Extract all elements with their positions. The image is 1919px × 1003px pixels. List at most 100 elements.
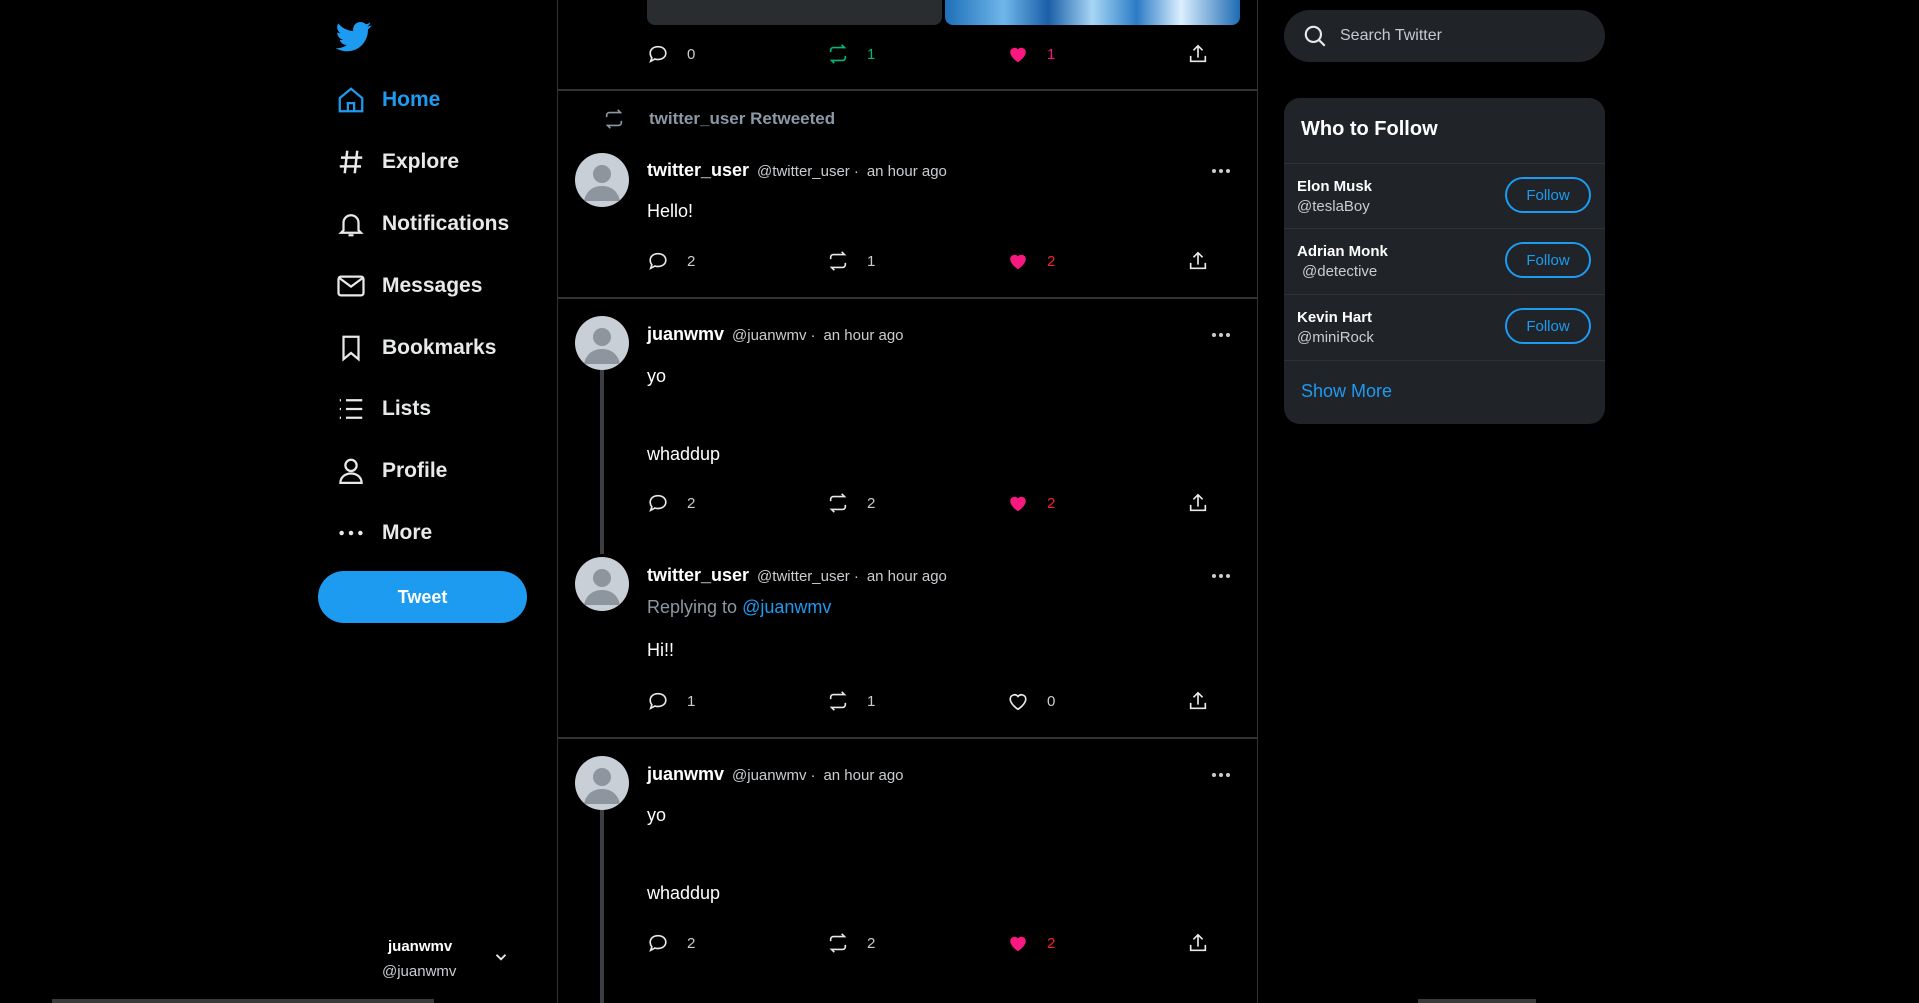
account-switcher[interactable]: juanwmv @juanwmv <box>370 930 515 985</box>
avatar[interactable] <box>575 153 629 207</box>
reply-button[interactable]: 2 <box>647 490 695 516</box>
nav-item-bookmarks[interactable]: Bookmarks <box>334 323 496 373</box>
twitter-logo-icon[interactable] <box>335 18 373 54</box>
search-bar[interactable] <box>1284 10 1605 62</box>
tweet-media-image[interactable] <box>945 0 1240 25</box>
like-button[interactable]: 2 <box>1007 490 1055 516</box>
retweet-button[interactable]: 1 <box>827 248 875 274</box>
reply-icon <box>649 934 667 953</box>
timeline-feed[interactable]: 0 1 1 twitter_user Retweeted twitter_use… <box>557 0 1258 1003</box>
show-more-link[interactable]: Show More <box>1301 381 1392 402</box>
more-options-icon[interactable] <box>1210 166 1232 176</box>
tweet-author-handle[interactable]: @twitter_user <box>757 163 850 180</box>
tweet-timestamp[interactable]: an hour ago <box>823 767 903 784</box>
tweet-author-handle[interactable]: @juanwmv <box>732 327 806 344</box>
share-button[interactable] <box>1187 930 1209 956</box>
nav-label-more: More <box>382 521 433 544</box>
nav-label-profile: Profile <box>382 459 448 482</box>
account-handle: @juanwmv <box>382 963 457 980</box>
suggestion-name[interactable]: Kevin Hart <box>1297 309 1372 326</box>
share-button[interactable] <box>1187 41 1209 67</box>
share-icon <box>1189 691 1207 710</box>
reply-count: 1 <box>687 692 696 710</box>
nav-item-home[interactable]: Home <box>334 75 440 125</box>
tweet-timestamp[interactable]: an hour ago <box>823 327 903 344</box>
nav-item-profile[interactable]: Profile <box>334 446 447 496</box>
share-button[interactable] <box>1187 688 1209 714</box>
horizontal-scrollbar[interactable] <box>52 999 434 1003</box>
nav-item-more[interactable]: More <box>334 508 432 558</box>
search-input[interactable] <box>1340 27 1580 45</box>
reply-count: 0 <box>687 45 696 63</box>
tweet-author-name[interactable]: twitter_user <box>647 565 749 586</box>
retweet-button[interactable]: 1 <box>827 688 875 714</box>
follow-button[interactable]: Follow <box>1505 308 1591 344</box>
follow-suggestion[interactable]: Kevin Hart @miniRock Follow <box>1284 294 1605 359</box>
follow-button[interactable]: Follow <box>1505 242 1591 278</box>
retweet-button[interactable]: 1 <box>827 41 875 67</box>
like-count: 1 <box>1047 45 1056 63</box>
tweet-author-handle[interactable]: @twitter_user <box>757 568 850 585</box>
reply-button[interactable]: 2 <box>647 930 695 956</box>
tweet-timestamp[interactable]: an hour ago <box>867 163 947 180</box>
share-button[interactable] <box>1187 248 1209 274</box>
tweet-header: twitter_user @twitter_user · an hour ago <box>647 160 947 184</box>
nav-item-notifications[interactable]: Notifications <box>334 199 509 249</box>
retweet-button[interactable]: 2 <box>827 930 875 956</box>
default-avatar-icon <box>584 569 620 605</box>
reply-icon <box>649 692 667 711</box>
avatar[interactable] <box>575 316 629 370</box>
reply-icon <box>649 45 667 64</box>
reply-button[interactable]: 2 <box>647 248 695 274</box>
like-count: 0 <box>1047 692 1056 710</box>
avatar[interactable] <box>575 756 629 810</box>
horizontal-scrollbar[interactable] <box>1418 999 1536 1003</box>
suggestion-name[interactable]: Elon Musk <box>1297 178 1372 195</box>
nav-item-messages[interactable]: Messages <box>334 261 482 311</box>
avatar[interactable] <box>575 557 629 611</box>
reply-count: 2 <box>687 494 696 512</box>
share-button[interactable] <box>1187 490 1209 516</box>
follow-button[interactable]: Follow <box>1505 177 1591 213</box>
tweet-header: twitter_user @twitter_user · an hour ago <box>647 565 947 589</box>
tweet-author-handle[interactable]: @juanwmv <box>732 767 806 784</box>
more-options-icon[interactable] <box>1210 770 1232 780</box>
reply-button[interactable]: 1 <box>647 688 695 714</box>
tweet-timestamp[interactable]: an hour ago <box>867 568 947 585</box>
separator-dot: · <box>853 163 859 180</box>
like-button[interactable]: 2 <box>1007 930 1055 956</box>
more-options-icon[interactable] <box>1210 571 1232 581</box>
tweet-author-name[interactable]: juanwmv <box>647 324 724 345</box>
reply-icon <box>649 252 667 271</box>
separator-dot: · <box>853 568 859 585</box>
hashtag-icon <box>334 145 368 179</box>
thread-connector-line <box>600 808 604 1003</box>
suggestion-name[interactable]: Adrian Monk <box>1297 243 1388 260</box>
tweet-media-image[interactable] <box>647 0 942 25</box>
nav-item-explore[interactable]: Explore <box>334 137 459 187</box>
bell-icon <box>334 207 368 241</box>
like-button[interactable]: 2 <box>1007 248 1055 274</box>
retweet-icon <box>829 44 847 64</box>
nav-item-lists[interactable]: Lists <box>334 384 431 434</box>
tweet-author-name[interactable]: juanwmv <box>647 764 724 785</box>
tweet-author-name[interactable]: twitter_user <box>647 160 749 181</box>
nav-label-explore: Explore <box>382 150 460 173</box>
tweet-actions: 2 1 2 <box>647 248 1237 274</box>
more-options-icon[interactable] <box>1210 330 1232 340</box>
divider <box>558 89 1257 91</box>
reply-button[interactable]: 0 <box>647 41 695 67</box>
retweet-button[interactable]: 2 <box>827 490 875 516</box>
tweet-button[interactable]: Tweet <box>318 571 527 623</box>
follow-suggestion[interactable]: Elon Musk @teslaBoy Follow <box>1284 163 1605 228</box>
follow-suggestion[interactable]: Adrian Monk @detective Follow <box>1284 228 1605 293</box>
person-icon <box>334 454 368 488</box>
replying-to-mention[interactable]: @juanwmv <box>742 597 831 617</box>
tweet-header: juanwmv @juanwmv · an hour ago <box>647 324 904 348</box>
retweet-icon <box>829 933 847 953</box>
like-button[interactable]: 1 <box>1007 41 1055 67</box>
nav-label-bookmarks: Bookmarks <box>382 336 497 359</box>
heart-filled-icon <box>1010 936 1026 952</box>
tweet-actions: 2 2 2 <box>647 490 1237 516</box>
like-button[interactable]: 0 <box>1007 688 1055 714</box>
